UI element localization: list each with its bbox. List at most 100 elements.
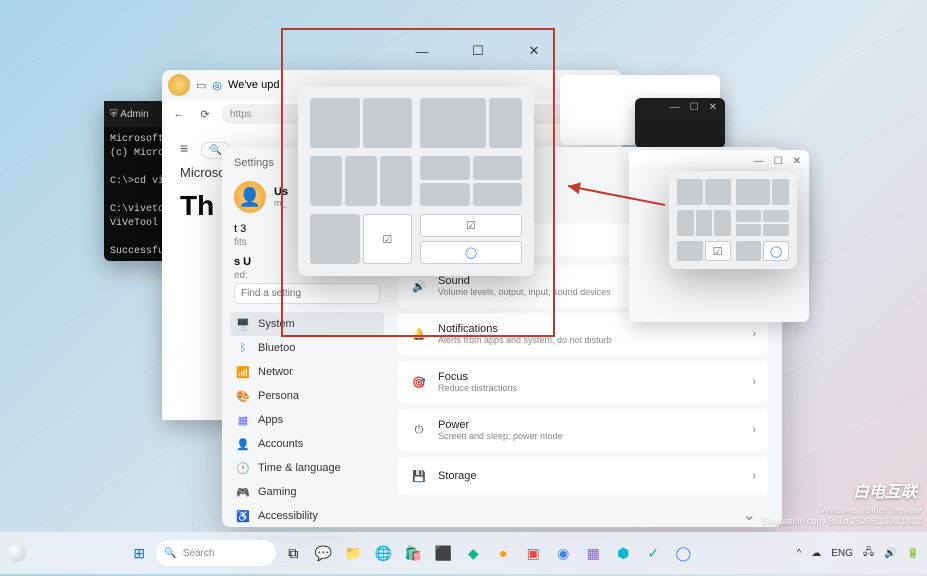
sidebar-icon: 📶 bbox=[236, 365, 250, 379]
sidebar-item-label: Persona bbox=[258, 390, 299, 402]
find-setting-input[interactable] bbox=[234, 283, 380, 304]
snap-checkbox-icon[interactable]: ☑ bbox=[363, 214, 413, 264]
snap-layout-quad[interactable] bbox=[420, 156, 522, 206]
setting-row-icon: 💾 bbox=[410, 467, 428, 485]
snap-layout-stacked[interactable]: ☑ ◯ bbox=[420, 214, 522, 264]
sidebar-icon: ᛒ bbox=[236, 341, 250, 355]
battery-icon[interactable]: 🔋 bbox=[907, 548, 919, 559]
app-icon[interactable]: ✓ bbox=[640, 540, 666, 566]
sidebar-item-persona[interactable]: 🎨Persona bbox=[230, 384, 384, 408]
snap-layout-2col-wide[interactable] bbox=[736, 179, 790, 205]
chevron-down-icon[interactable]: ⌄ bbox=[743, 505, 756, 525]
sidebar-item-networ[interactable]: 📶 Networ bbox=[230, 360, 384, 384]
task-view-icon[interactable]: ⧉ bbox=[280, 540, 306, 566]
sidebar-item-label: Accounts bbox=[258, 438, 303, 450]
app-icon[interactable]: ● bbox=[490, 540, 516, 566]
snap-host-titlebar[interactable]: — ☐ ✕ bbox=[629, 150, 809, 172]
explorer-icon[interactable]: 📁 bbox=[340, 540, 366, 566]
minimize-button[interactable]: — bbox=[754, 156, 764, 167]
brand-watermark: 白电互联 bbox=[853, 478, 917, 502]
onedrive-icon[interactable]: ☁ bbox=[811, 548, 821, 559]
cortana-icon[interactable]: ◯ bbox=[670, 540, 696, 566]
snap-layouts-popup-big[interactable]: ☑ ☑ ◯ bbox=[298, 86, 534, 276]
sidebar-item-bluetoo[interactable]: ᛒ Bluetoo bbox=[230, 336, 384, 360]
user-name: Us bbox=[274, 186, 288, 198]
snap-checkbox-icon[interactable]: ☑ bbox=[705, 241, 731, 261]
sidebar-item-gaming[interactable]: 🎮Gaming bbox=[230, 480, 384, 504]
snap-layout-2col[interactable] bbox=[677, 179, 731, 205]
close-button[interactable]: ✕ bbox=[519, 40, 549, 62]
start-button[interactable]: ⊞ bbox=[126, 540, 152, 566]
sidebar-item-apps[interactable]: ▦Apps bbox=[230, 408, 384, 432]
dark-app-window[interactable]: — ☐ ✕ bbox=[635, 98, 725, 148]
snap-layout-quad[interactable] bbox=[736, 210, 790, 236]
volume-icon[interactable]: 🔊 bbox=[884, 548, 896, 559]
back-button[interactable]: ← bbox=[170, 105, 188, 123]
close-button[interactable]: ✕ bbox=[793, 156, 801, 167]
sidebar-item-label: Networ bbox=[258, 366, 293, 378]
cortana-icon[interactable]: ◯ bbox=[420, 241, 522, 264]
snap-layouts-popup-small[interactable]: ☑ ◯ bbox=[669, 171, 797, 269]
app-icon[interactable]: ▣ bbox=[520, 540, 546, 566]
maximize-button[interactable]: ☐ bbox=[463, 40, 493, 62]
app-icon[interactable]: ◆ bbox=[460, 540, 486, 566]
snap-layout-3col[interactable] bbox=[677, 210, 731, 236]
setting-row-storage[interactable]: 💾Storage› bbox=[398, 457, 768, 495]
tray-chevron-icon[interactable]: ^ bbox=[797, 548, 802, 559]
setting-row-icon: 🎯 bbox=[410, 373, 428, 391]
weather-icon[interactable] bbox=[8, 544, 26, 562]
chevron-right-icon: › bbox=[752, 470, 756, 482]
chevron-right-icon: › bbox=[752, 376, 756, 388]
snap-layout-2col-wide[interactable] bbox=[420, 98, 522, 148]
snap-layout-action[interactable]: ☑ bbox=[677, 241, 731, 261]
setting-row-focus[interactable]: 🎯FocusReduce distractions› bbox=[398, 361, 768, 403]
terminal-icon[interactable]: ⬛ bbox=[430, 540, 456, 566]
hamburger-icon[interactable]: ≡ bbox=[180, 140, 188, 156]
terminal-title: Admin bbox=[120, 109, 148, 120]
sidebar-item-label: Accessibility bbox=[258, 510, 318, 522]
sidebar-item-label: Time & language bbox=[258, 462, 341, 474]
sidebar-item-accessibility[interactable]: ♿Accessibility bbox=[230, 504, 384, 528]
search-icon: 🔍 bbox=[164, 548, 176, 559]
edge-tab-label[interactable]: We've upd bbox=[228, 79, 279, 91]
sidebar-item-label: System bbox=[258, 318, 295, 330]
app-icon[interactable]: ▦ bbox=[580, 540, 606, 566]
cortana-icon[interactable]: ◯ bbox=[763, 241, 789, 261]
network-icon[interactable]: 🖧 bbox=[863, 545, 874, 562]
profile-avatar-icon[interactable] bbox=[168, 74, 190, 96]
snap-layout-3col[interactable] bbox=[310, 156, 412, 206]
close-button[interactable]: ✕ bbox=[709, 102, 717, 144]
chevron-right-icon: › bbox=[752, 328, 756, 340]
chevron-right-icon: › bbox=[752, 424, 756, 436]
minimize-button[interactable]: — bbox=[670, 102, 680, 144]
taskbar[interactable]: ⊞ 🔍 Search ⧉ 💬 📁 🌐 🛍️ ⬛ ◆ ● ▣ ◉ ▦ ⬢ ✓ ◯ … bbox=[0, 532, 927, 574]
user-avatar-icon[interactable]: 👤 bbox=[234, 181, 266, 213]
taskbar-search[interactable]: 🔍 Search bbox=[156, 540, 276, 566]
edge-icon[interactable]: 🌐 bbox=[370, 540, 396, 566]
maximize-button[interactable]: ☐ bbox=[690, 102, 699, 144]
minimize-button[interactable]: — bbox=[407, 40, 437, 62]
snap-layout-action[interactable]: ◯ bbox=[736, 241, 790, 261]
app-icon[interactable]: ◉ bbox=[550, 540, 576, 566]
sidebar-item-label: Bluetoo bbox=[258, 342, 295, 354]
snap-checkbox-icon[interactable]: ☑ bbox=[420, 214, 522, 237]
user-email: m_ bbox=[274, 198, 288, 208]
setting-row-icon: 🔊 bbox=[410, 277, 428, 295]
store-icon[interactable]: 🛍️ bbox=[400, 540, 426, 566]
sidebar-item-label: Gaming bbox=[258, 486, 297, 498]
maximize-button[interactable]: ☐ bbox=[774, 156, 783, 167]
language-indicator[interactable]: ENG bbox=[831, 548, 853, 559]
sidebar-icon: 👤 bbox=[236, 437, 250, 451]
snap-layout-half-check[interactable]: ☑ bbox=[310, 214, 412, 264]
setting-row-power[interactable]: ⏻PowerScreen and sleep, power mode› bbox=[398, 409, 768, 451]
sidebar-item-system[interactable]: 🖥️System bbox=[230, 312, 384, 336]
tabs-icon[interactable]: ▭ bbox=[196, 79, 206, 92]
sidebar-item-time-language[interactable]: 🕐Time & language bbox=[230, 456, 384, 480]
app-icon[interactable]: ⬢ bbox=[610, 540, 636, 566]
sidebar-item-accounts[interactable]: 👤 Accounts bbox=[230, 432, 384, 456]
refresh-button[interactable]: ⟳ bbox=[196, 105, 214, 123]
sidebar-icon: ▦ bbox=[236, 413, 250, 427]
edge-favicon-icon: ◎ bbox=[212, 79, 222, 92]
snap-layout-2col[interactable] bbox=[310, 98, 412, 148]
chat-icon[interactable]: 💬 bbox=[310, 540, 336, 566]
